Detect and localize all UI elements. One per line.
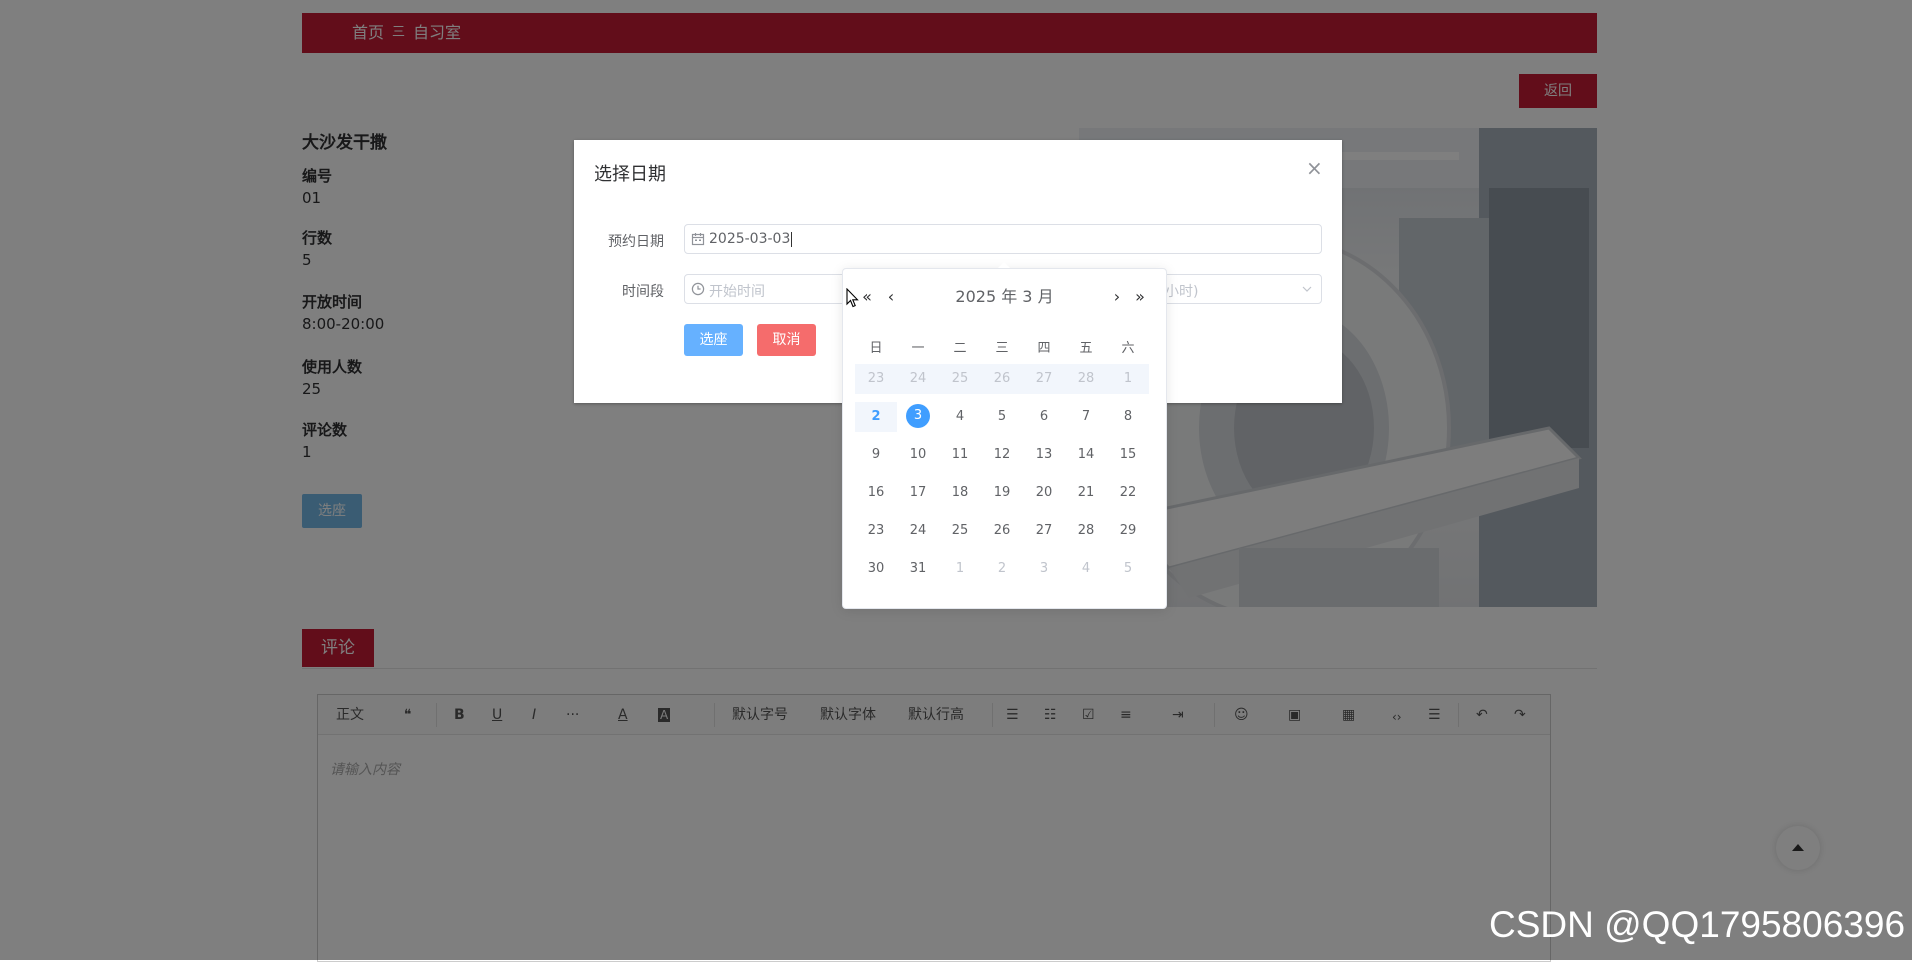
confirm-button[interactable]: 选座 [684,324,743,356]
calendar-day[interactable]: 2 [855,402,897,432]
date-picker-input[interactable]: 2025-03-03 [684,224,1322,254]
start-time-placeholder: 开始时间 [709,284,765,300]
calendar-day[interactable]: 26 [981,364,1023,394]
calendar-day[interactable]: 24 [897,364,939,394]
calendar-day[interactable]: 28 [1065,516,1107,546]
time-label: 时间段 [622,284,664,300]
calendar-day[interactable]: 25 [939,364,981,394]
next-month-icon[interactable]: › [1107,285,1127,309]
calendar-day[interactable]: 27 [1023,364,1065,394]
date-value: 2025-03-03 [709,231,791,247]
weekday-label: 日 [869,341,883,356]
calendar-day[interactable]: 3 [1023,554,1065,584]
prev-month-icon[interactable]: ‹ [881,285,901,309]
date-picker-panel: 2025 年 3 月 « ‹ › » 日一二三四五六 23 24 25 26 27 28 1… [842,262,1167,609]
calendar-day[interactable]: 21 [1065,478,1107,508]
dialog-title: 选择日期 [594,164,666,185]
weekday-label: 三 [995,341,1009,356]
calendar-day[interactable]: 20 [1023,478,1065,508]
calendar-day[interactable]: 17 [897,478,939,508]
calendar-day[interactable]: 5 [1107,554,1149,584]
calendar-day[interactable]: 22 [1107,478,1149,508]
mouse-cursor-icon [846,288,859,308]
close-icon[interactable]: × [1306,158,1323,178]
calendar-day[interactable]: 9 [855,440,897,470]
watermark: CSDN @QQ1795806396 [1489,904,1906,945]
weekday-label: 一 [911,341,925,356]
weekday-label: 四 [1037,341,1051,356]
calendar-day[interactable]: 2 [981,554,1023,584]
calendar-day[interactable]: 14 [1065,440,1107,470]
calendar-day[interactable]: 6 [1023,402,1065,432]
calendar-day[interactable]: 28 [1065,364,1107,394]
calendar-day[interactable]: 18 [939,478,981,508]
calendar-day[interactable]: 19 [981,478,1023,508]
calendar-day[interactable]: 10 [897,440,939,470]
prev-year-icon[interactable]: « [857,285,877,309]
calendar-day[interactable]: 7 [1065,402,1107,432]
picker-header: 2025 年 3 月 « ‹ › » [843,285,1166,309]
text-caret [791,231,793,247]
weekday-label: 二 [953,341,967,356]
calendar-day[interactable]: 4 [939,402,981,432]
calendar-day[interactable]: 26 [981,516,1023,546]
weekday-label: 五 [1079,341,1093,356]
calendar-day[interactable]: 1 [1107,364,1149,394]
duration-placeholder: 小时) [1165,284,1199,300]
calendar-day[interactable]: 30 [855,554,897,584]
calendar-day[interactable]: 31 [897,554,939,584]
calendar-day[interactable]: 4 [1065,554,1107,584]
selected-day-label: 3 [906,403,930,428]
calendar-icon [691,233,705,246]
calendar-day[interactable]: 12 [981,440,1023,470]
calendar-day[interactable]: 5 [981,402,1023,432]
calendar-day[interactable]: 27 [1023,516,1065,546]
calendar-day[interactable]: 23 [855,516,897,546]
weekday-label: 六 [1121,341,1135,356]
cancel-button[interactable]: 取消 [757,324,816,356]
calendar-day[interactable]: 16 [855,478,897,508]
calendar-day[interactable]: 29 [1107,516,1149,546]
calendar-day[interactable]: 11 [939,440,981,470]
clock-icon [691,282,705,296]
calendar-day[interactable]: 25 [939,516,981,546]
calendar-day[interactable]: 13 [1023,440,1065,470]
calendar-day[interactable]: 15 [1107,440,1149,470]
calendar-day[interactable]: 1 [939,554,981,584]
next-year-icon[interactable]: » [1130,285,1150,309]
date-label: 预约日期 [608,234,664,250]
calendar-day[interactable]: 8 [1107,402,1149,432]
calendar-day[interactable]: 24 [897,516,939,546]
calendar-day[interactable]: 23 [855,364,897,394]
calendar-day[interactable]: 3 [897,402,939,432]
chevron-down-icon[interactable] [1301,283,1313,295]
